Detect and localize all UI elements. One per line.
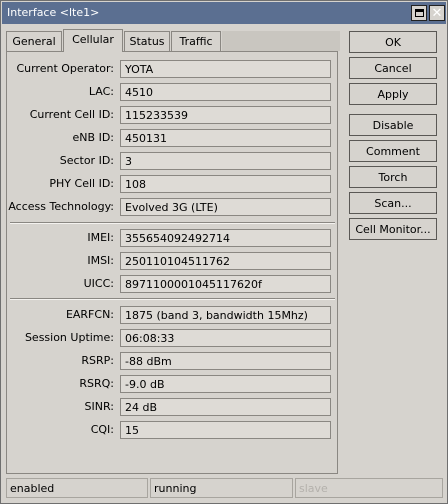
earfcn-label: EARFCN:	[65, 308, 114, 321]
restore-button[interactable]	[411, 5, 427, 21]
tab-bar-filler	[222, 31, 340, 51]
current-cell-id-label: Current Cell ID:	[29, 108, 114, 121]
rsrq-field[interactable]: -9.0 dB	[120, 375, 331, 393]
interface-window: Interface <lte1> ✕ General Cellular Stat…	[0, 0, 448, 504]
current-cell-id-field[interactable]: 115233539	[120, 106, 331, 124]
row-earfcn: EARFCN: 1875 (band 3, bandwidth 15Mhz)	[7, 306, 339, 324]
imsi-label: IMSI:	[87, 254, 114, 267]
row-uicc: UICC: 8971100001045117620f	[7, 275, 339, 293]
status-slave: slave	[295, 478, 443, 498]
sector-id-label: Sector ID:	[59, 154, 114, 167]
cellular-panel: Current Operator: YOTA LAC: 4510 Current…	[6, 51, 338, 474]
row-access-technology: Access Technology: Evolved 3G (LTE)	[7, 198, 339, 216]
access-technology-label: Access Technology:	[8, 200, 114, 213]
disable-button[interactable]: Disable	[349, 114, 437, 136]
row-sinr: SINR: 24 dB	[7, 398, 339, 416]
current-operator-field[interactable]: YOTA	[120, 60, 331, 78]
torch-button[interactable]: Torch	[349, 166, 437, 188]
row-session-uptime: Session Uptime: 06:08:33	[7, 329, 339, 347]
tab-status[interactable]: Status	[124, 31, 170, 51]
session-uptime-label: Session Uptime:	[24, 331, 114, 344]
row-phy-cell-id: PHY Cell ID: 108	[7, 175, 339, 193]
session-uptime-field[interactable]: 06:08:33	[120, 329, 331, 347]
ok-button[interactable]: OK	[349, 31, 437, 53]
cancel-button[interactable]: Cancel	[349, 57, 437, 79]
rsrp-field[interactable]: -88 dBm	[120, 352, 331, 370]
close-button[interactable]: ✕	[429, 5, 445, 21]
apply-button[interactable]: Apply	[349, 83, 437, 105]
enb-id-field[interactable]: 450131	[120, 129, 331, 147]
uicc-label: UICC:	[83, 277, 114, 290]
comment-button[interactable]: Comment	[349, 140, 437, 162]
rsrp-label: RSRP:	[81, 354, 114, 367]
sinr-label: SINR:	[84, 400, 114, 413]
row-imsi: IMSI: 250110104511762	[7, 252, 339, 270]
lac-field[interactable]: 4510	[120, 83, 331, 101]
tab-general[interactable]: General	[6, 31, 62, 51]
rsrq-label: RSRQ:	[79, 377, 114, 390]
imsi-field[interactable]: 250110104511762	[120, 252, 331, 270]
sector-id-field[interactable]: 3	[120, 152, 331, 170]
earfcn-field[interactable]: 1875 (band 3, bandwidth 15Mhz)	[120, 306, 331, 324]
status-enabled: enabled	[6, 478, 148, 498]
uicc-field[interactable]: 8971100001045117620f	[120, 275, 331, 293]
cqi-label: CQI:	[90, 423, 114, 436]
row-rsrp: RSRP: -88 dBm	[7, 352, 339, 370]
cqi-field[interactable]: 15	[120, 421, 331, 439]
current-operator-label: Current Operator:	[16, 62, 114, 75]
imei-label: IMEI:	[87, 231, 114, 244]
separator	[10, 222, 335, 224]
row-current-operator: Current Operator: YOTA	[7, 60, 339, 78]
row-rsrq: RSRQ: -9.0 dB	[7, 375, 339, 393]
status-bar: enabled running slave	[6, 478, 443, 498]
row-imei: IMEI: 355654092492714	[7, 229, 339, 247]
row-sector-id: Sector ID: 3	[7, 152, 339, 170]
close-icon: ✕	[431, 5, 443, 21]
lac-label: LAC:	[88, 85, 114, 98]
title-bar[interactable]: Interface <lte1> ✕	[2, 2, 446, 24]
separator	[10, 298, 335, 300]
row-cqi: CQI: 15	[7, 421, 339, 439]
tab-traffic[interactable]: Traffic	[171, 31, 221, 51]
row-current-cell-id: Current Cell ID: 115233539	[7, 106, 339, 124]
cell-monitor-button[interactable]: Cell Monitor...	[349, 218, 437, 240]
phy-cell-id-field[interactable]: 108	[120, 175, 331, 193]
imei-field[interactable]: 355654092492714	[120, 229, 331, 247]
restore-icon	[414, 9, 424, 17]
tab-cellular[interactable]: Cellular	[63, 29, 123, 52]
sinr-field[interactable]: 24 dB	[120, 398, 331, 416]
scan-button[interactable]: Scan...	[349, 192, 437, 214]
enb-id-label: eNB ID:	[72, 131, 114, 144]
window-title: Interface <lte1>	[7, 6, 100, 19]
phy-cell-id-label: PHY Cell ID:	[49, 177, 114, 190]
row-lac: LAC: 4510	[7, 83, 339, 101]
row-enb-id: eNB ID: 450131	[7, 129, 339, 147]
access-technology-field[interactable]: Evolved 3G (LTE)	[120, 198, 331, 216]
status-running: running	[150, 478, 293, 498]
